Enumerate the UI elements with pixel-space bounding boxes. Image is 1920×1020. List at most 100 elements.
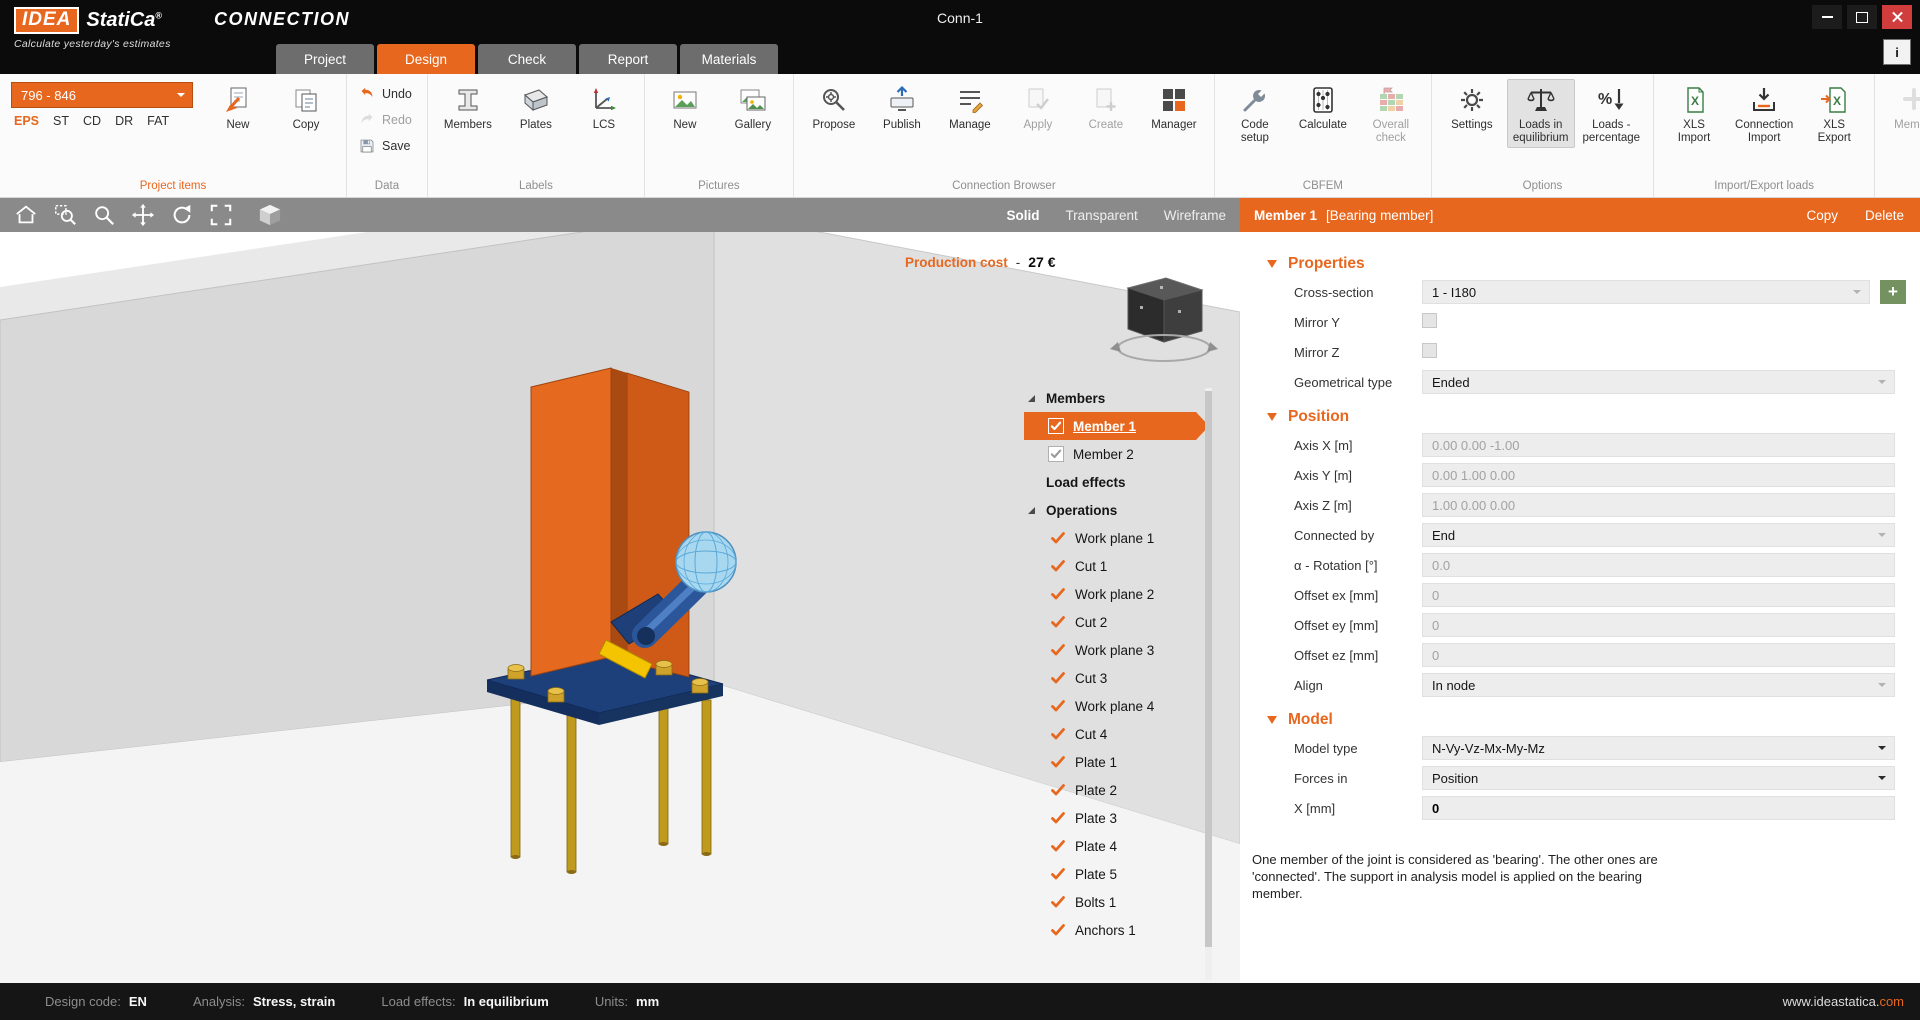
pan-icon[interactable] — [131, 203, 155, 227]
xls-import-button[interactable]: XXLS Import — [1661, 79, 1727, 148]
dropdown-model-type[interactable]: N-Vy-Vz-Mx-My-Mz — [1422, 736, 1895, 760]
check-icon — [1050, 782, 1066, 798]
analysis-code-eps[interactable]: EPS — [14, 114, 39, 128]
view-mode-transparent[interactable]: Transparent — [1065, 208, 1137, 223]
tab-check[interactable]: Check — [478, 44, 576, 74]
tab-design[interactable]: Design — [377, 44, 475, 74]
member-checkbox[interactable] — [1048, 418, 1064, 434]
minimize-button[interactable] — [1812, 5, 1842, 29]
manage-button[interactable]: Manage — [937, 79, 1003, 135]
tree-item-cut-2[interactable]: Cut 2 — [1024, 608, 1196, 636]
info-button[interactable]: i — [1883, 39, 1911, 65]
property-row-forces-in: Forces in Position — [1240, 765, 1920, 791]
tree-item-member-1[interactable]: Member 1 — [1024, 412, 1196, 440]
member-button: Member — [1882, 79, 1920, 135]
tree-scrollbar[interactable] — [1205, 388, 1212, 980]
property-label: Forces in — [1294, 771, 1347, 786]
dropdown-geometrical-type[interactable]: Ended — [1422, 370, 1895, 394]
website-link[interactable]: www.ideastatica.com — [1783, 994, 1904, 1009]
gallery-button[interactable]: Gallery — [720, 79, 786, 135]
tree-item-work-plane-2[interactable]: Work plane 2 — [1024, 580, 1196, 608]
tree-item-cut-4[interactable]: Cut 4 — [1024, 720, 1196, 748]
dropdown-align[interactable]: In node — [1422, 673, 1895, 697]
code-setup-button[interactable]: Code setup — [1222, 79, 1288, 148]
analysis-code-cd[interactable]: CD — [83, 114, 101, 128]
propose-button[interactable]: Propose — [801, 79, 867, 135]
close-button[interactable] — [1882, 5, 1912, 29]
solid-box-icon[interactable] — [258, 203, 282, 227]
tree-item-work-plane-3[interactable]: Work plane 3 — [1024, 636, 1196, 664]
save-button[interactable]: Save — [358, 137, 412, 155]
tree-item-plate-1[interactable]: Plate 1 — [1024, 748, 1196, 776]
rotate-icon[interactable] — [170, 203, 194, 227]
analysis-code-dr[interactable]: DR — [115, 114, 133, 128]
tab-report[interactable]: Report — [579, 44, 677, 74]
tree-item-load-effects[interactable]: Load effects — [1024, 468, 1196, 496]
input-x-mm[interactable]: 0 — [1422, 796, 1895, 820]
delete-button[interactable]: Delete — [1865, 208, 1904, 223]
tree-item-plate-2[interactable]: Plate 2 — [1024, 776, 1196, 804]
property-label: Offset ez [mm] — [1294, 648, 1378, 663]
members-button[interactable]: Members — [435, 79, 501, 135]
section-header-model[interactable]: Model — [1240, 705, 1920, 735]
tree-item-anchors-1[interactable]: Anchors 1 — [1024, 916, 1196, 944]
calculate-button[interactable]: Calculate — [1290, 79, 1356, 135]
tree-item-plate-3[interactable]: Plate 3 — [1024, 804, 1196, 832]
plates-button[interactable]: Plates — [503, 79, 569, 135]
tree-item-work-plane-1[interactable]: Work plane 1 — [1024, 524, 1196, 552]
section-header-position[interactable]: Position — [1240, 402, 1920, 432]
loads-percentage-button[interactable]: %Loads - percentage — [1577, 79, 1647, 148]
tree-item-bolts-1[interactable]: Bolts 1 — [1024, 888, 1196, 916]
checkbox-mirror-z[interactable] — [1422, 343, 1437, 358]
button-label: Publish — [883, 119, 921, 132]
connection-import-button[interactable]: Connection Import — [1729, 79, 1799, 148]
viewport-3d[interactable]: Production cost - 27 € MembersMember 1Me… — [0, 232, 1240, 983]
dropdown-forces-in[interactable]: Position — [1422, 766, 1895, 790]
fit-icon[interactable] — [209, 203, 233, 227]
manager-button[interactable]: Manager — [1141, 79, 1207, 135]
project-item-select[interactable]: 796 - 846 — [11, 82, 193, 108]
production-cost-value: 27 € — [1028, 254, 1055, 270]
tree-item-plate-5[interactable]: Plate 5 — [1024, 860, 1196, 888]
lcs-button[interactable]: LCS — [571, 79, 637, 135]
analysis-code-fat[interactable]: FAT — [147, 114, 169, 128]
analysis-code-st[interactable]: ST — [53, 114, 69, 128]
tree-item-cut-3[interactable]: Cut 3 — [1024, 664, 1196, 692]
tab-materials[interactable]: Materials — [680, 44, 778, 74]
copy-button[interactable]: Copy — [273, 79, 339, 135]
maximize-button[interactable] — [1847, 5, 1877, 29]
tree-item-plate-4[interactable]: Plate 4 — [1024, 832, 1196, 860]
publish-button[interactable]: Publish — [869, 79, 935, 135]
expander-icon[interactable] — [1028, 395, 1035, 402]
section-header-properties[interactable]: Properties — [1240, 249, 1920, 279]
undo-button[interactable]: Undo — [358, 85, 412, 103]
svg-text:X: X — [1691, 94, 1699, 108]
tree-item-work-plane-4[interactable]: Work plane 4 — [1024, 692, 1196, 720]
dropdown-cross-section[interactable]: 1 - I180 — [1422, 280, 1870, 304]
mesh-sphere[interactable] — [676, 532, 736, 592]
zoom-icon[interactable] — [92, 203, 116, 227]
view-mode-solid[interactable]: Solid — [1006, 208, 1039, 223]
expander-icon[interactable] — [1028, 507, 1035, 514]
xls-export-button[interactable]: XXLS Export — [1801, 79, 1867, 148]
copy-button[interactable]: Copy — [1806, 208, 1838, 223]
tree-item-cut-1[interactable]: Cut 1 — [1024, 552, 1196, 580]
dropdown-connected-by[interactable]: End — [1422, 523, 1895, 547]
tree-item-member-2[interactable]: Member 2 — [1024, 440, 1196, 468]
loads-in-equilibrium-button[interactable]: Loads in equilibrium — [1507, 79, 1575, 148]
tree-scrollbar-thumb[interactable] — [1205, 391, 1212, 947]
svg-text:X: X — [1833, 94, 1841, 108]
tree-item-operations[interactable]: Operations — [1024, 496, 1196, 524]
add-cross-section-button[interactable]: + — [1880, 280, 1906, 304]
ribbon-group-pictures: NewGalleryPictures — [645, 74, 794, 197]
member-checkbox[interactable] — [1048, 446, 1064, 462]
settings-button[interactable]: Settings — [1439, 79, 1505, 135]
checkbox-mirror-y[interactable] — [1422, 313, 1437, 328]
view-mode-wireframe[interactable]: Wireframe — [1164, 208, 1226, 223]
home-icon[interactable] — [14, 203, 38, 227]
new-button[interactable]: New — [205, 79, 271, 135]
new-button[interactable]: New — [652, 79, 718, 135]
zoom-window-icon[interactable] — [53, 203, 77, 227]
tree-item-members[interactable]: Members — [1024, 384, 1196, 412]
tab-project[interactable]: Project — [276, 44, 374, 74]
